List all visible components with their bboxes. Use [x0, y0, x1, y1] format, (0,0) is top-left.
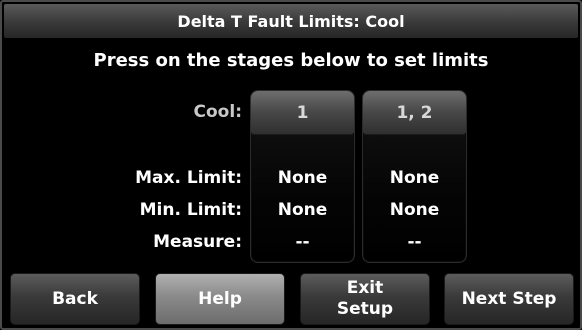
stage-1-2-min-limit: None: [389, 200, 440, 220]
max-limit-label: Max. Limit:: [135, 168, 242, 188]
cool-label: Cool:: [193, 102, 242, 122]
stage-1-column[interactable]: 1 None None --: [250, 90, 355, 263]
stage-1-min-limit: None: [277, 200, 328, 220]
exit-setup-line-1: Exit: [346, 278, 384, 298]
exit-setup-button[interactable]: Exit Setup: [300, 273, 430, 325]
back-button-label: Back: [52, 288, 98, 309]
help-button-label: Help: [198, 288, 242, 309]
thermostat-screen: Delta T Fault Limits: Cool Press on the …: [0, 0, 582, 330]
stage-1-button[interactable]: 1: [251, 91, 354, 135]
measure-label: Measure:: [153, 232, 242, 252]
exit-setup-button-label: Exit Setup: [337, 278, 393, 320]
next-step-button[interactable]: Next Step: [444, 273, 574, 325]
stage-1-2-column[interactable]: 1, 2 None None --: [362, 90, 467, 263]
help-button[interactable]: Help: [155, 273, 285, 325]
back-button[interactable]: Back: [10, 273, 140, 325]
title-bar: Delta T Fault Limits: Cool: [4, 4, 578, 38]
exit-setup-line-2: Setup: [336, 299, 394, 319]
stage-1-max-limit: None: [277, 168, 328, 188]
min-limit-label: Min. Limit:: [139, 200, 242, 220]
stage-1-2-label: 1, 2: [396, 102, 433, 123]
instruction-text: Press on the stages below to set limits: [93, 50, 489, 71]
next-step-button-label: Next Step: [461, 288, 557, 309]
stage-1-2-measure: --: [407, 232, 422, 252]
page-title: Delta T Fault Limits: Cool: [177, 11, 405, 31]
stage-1-2-button[interactable]: 1, 2: [363, 91, 466, 135]
stage-1-label: 1: [296, 102, 309, 123]
stage-1-2-max-limit: None: [389, 168, 440, 188]
stage-1-measure: --: [295, 232, 310, 252]
